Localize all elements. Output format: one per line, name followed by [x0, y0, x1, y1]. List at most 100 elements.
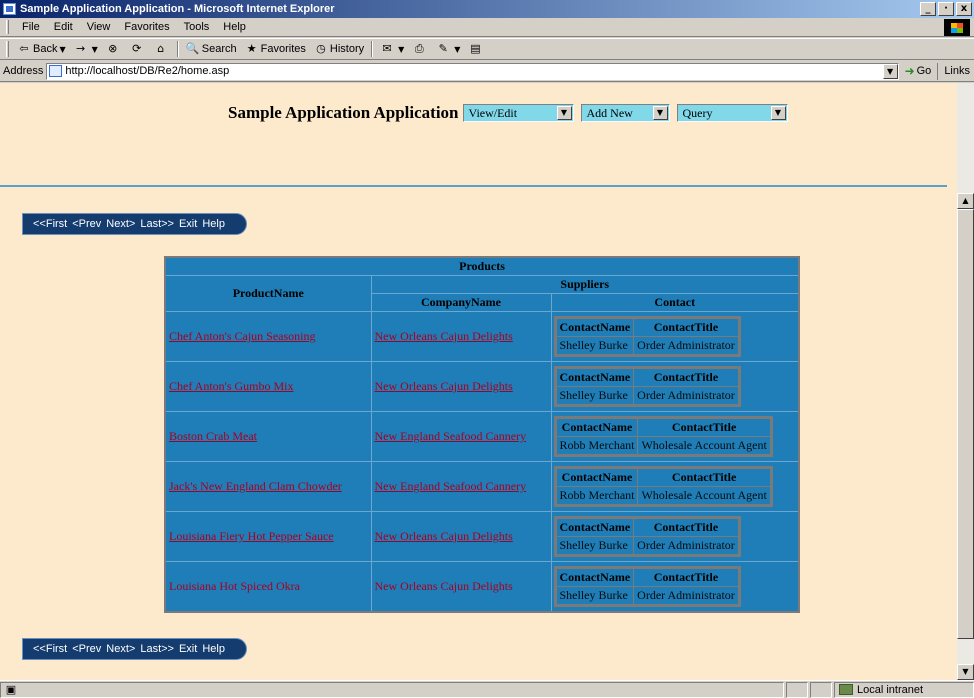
last-link[interactable]: Last>> [140, 218, 174, 230]
forward-dropdown-icon[interactable]: ▼ [92, 45, 98, 54]
chevron-down-icon[interactable]: ▼ [652, 106, 668, 120]
company-link[interactable]: New Orleans Cajun Delights [375, 579, 513, 593]
menu-favorites[interactable]: Favorites [117, 21, 176, 33]
company-link[interactable]: New Orleans Cajun Delights [375, 529, 513, 543]
back-button[interactable]: ⇦ Back ▼ [13, 42, 70, 56]
toolbar-separator [371, 41, 374, 57]
edit-button[interactable]: ✎ ▼ [432, 42, 464, 56]
product-link[interactable]: Boston Crab Meat [169, 429, 257, 443]
vertical-scrollbar[interactable]: ▲ ▼ [957, 83, 974, 680]
help-link[interactable]: Help [202, 643, 225, 655]
company-link[interactable]: New Orleans Cajun Delights [375, 379, 513, 393]
page-content: Sample Application Application View/Edit… [0, 83, 957, 680]
close-button[interactable]: x [956, 2, 972, 16]
menu-file[interactable]: File [15, 21, 47, 33]
product-link[interactable]: Chef Anton's Gumbo Mix [169, 379, 294, 393]
last-link[interactable]: Last>> [140, 643, 174, 655]
address-url[interactable]: http://localhost/DB/Re2/home.asp [65, 65, 882, 77]
table-title: Products [164, 256, 800, 276]
status-text-pane: ▣ [0, 681, 784, 698]
chevron-down-icon[interactable]: ▼ [556, 106, 572, 120]
edit-dropdown-icon[interactable]: ▼ [454, 45, 460, 54]
mail-button[interactable]: ✉ ▼ [376, 42, 408, 56]
company-link[interactable]: New England Seafood Cannery [375, 429, 527, 443]
column-header-contact: Contact [550, 293, 800, 312]
exit-link[interactable]: Exit [179, 218, 197, 230]
back-dropdown-icon[interactable]: ▼ [59, 45, 65, 54]
stop-icon: ⊗ [108, 42, 118, 55]
contact-subtable: ContactName ContactTitle Shelley Burke Ord… [553, 316, 741, 357]
product-link[interactable]: Louisiana Hot Spiced Okra [169, 579, 300, 593]
refresh-icon: ⟳ [132, 42, 142, 55]
window-title: Sample Application Application - Microso… [20, 3, 335, 15]
stop-button[interactable]: ⊗ [102, 42, 126, 56]
security-zone: Local intranet [834, 681, 974, 698]
history-label: History [329, 43, 365, 55]
add-new-select[interactable]: Add New ▼ [580, 104, 670, 122]
address-bar: Address http://localhost/DB/Re2/home.asp… [0, 61, 974, 82]
go-label: Go [916, 65, 932, 77]
ie-app-icon[interactable] [3, 3, 16, 15]
contacttitle-header: ContactTitle [637, 467, 772, 487]
toolbar-grip[interactable] [6, 41, 9, 57]
menu-tools[interactable]: Tools [177, 21, 217, 33]
product-link[interactable]: Louisiana Fiery Hot Pepper Sauce [169, 529, 334, 543]
company-link[interactable]: New Orleans Cajun Delights [375, 329, 513, 343]
home-button[interactable]: ⌂ [150, 42, 174, 56]
maximize-button[interactable]: · [938, 2, 954, 16]
refresh-button[interactable]: ⟳ [126, 42, 150, 56]
search-icon: 🔍 [185, 42, 200, 55]
menu-help[interactable]: Help [216, 21, 253, 33]
contactname-header: ContactName [554, 566, 635, 587]
history-button[interactable]: ◷ History [310, 42, 368, 56]
scroll-thumb[interactable] [957, 209, 974, 639]
contactname-header: ContactName [554, 417, 639, 437]
product-link[interactable]: Jack's New England Clam Chowder [169, 479, 342, 493]
add-new-value: Add New [586, 105, 633, 120]
scroll-up-icon[interactable]: ▲ [957, 193, 974, 209]
toolbar-separator [176, 41, 179, 57]
product-link[interactable]: Chef Anton's Cajun Seasoning [169, 329, 316, 343]
next-link[interactable]: Next> [106, 643, 135, 655]
favorites-button[interactable]: ★ Favorites [241, 42, 310, 56]
menubar-grip[interactable] [6, 20, 9, 34]
contact-subtable: ContactName ContactTitle Shelley Burke Ord… [553, 366, 741, 407]
prev-link[interactable]: <Prev [72, 643, 101, 655]
edit-icon: ✎ [438, 42, 448, 55]
intranet-zone-icon [839, 684, 853, 695]
search-button[interactable]: 🔍 Search [182, 42, 241, 56]
discuss-button[interactable]: ▤ [464, 42, 488, 56]
mail-dropdown-icon[interactable]: ▼ [398, 45, 404, 54]
menu-edit[interactable]: Edit [47, 21, 80, 33]
go-button[interactable]: ➜ Go [905, 64, 932, 78]
first-link[interactable]: <<First [33, 643, 67, 655]
links-button[interactable]: Links [937, 62, 974, 80]
menu-view[interactable]: View [80, 21, 118, 33]
minimize-button[interactable]: _ [920, 2, 936, 16]
query-select[interactable]: Query ▼ [676, 104, 788, 122]
exit-link[interactable]: Exit [179, 643, 197, 655]
window-titlebar[interactable]: Sample Application Application - Microso… [0, 0, 974, 18]
forward-button[interactable]: → ▼ [70, 42, 102, 56]
print-button[interactable]: ⎙ [408, 42, 432, 56]
search-label: Search [201, 43, 237, 55]
divider [0, 185, 947, 187]
mail-icon: ✉ [382, 42, 392, 55]
contacttitle-header: ContactTitle [633, 517, 740, 537]
first-link[interactable]: <<First [33, 218, 67, 230]
contact-name: Robb Merchant [554, 436, 639, 456]
contact-title: Order Administrator [633, 336, 740, 356]
help-link[interactable]: Help [202, 218, 225, 230]
view-edit-select[interactable]: View/Edit ▼ [462, 104, 574, 122]
contactname-header: ContactName [554, 467, 639, 487]
prev-link[interactable]: <Prev [72, 218, 101, 230]
table-row: Louisiana Hot Spiced Okra New Orleans Ca… [164, 561, 800, 612]
address-dropdown-icon[interactable]: ▼ [882, 63, 898, 79]
next-link[interactable]: Next> [106, 218, 135, 230]
scroll-down-icon[interactable]: ▼ [957, 664, 974, 680]
address-input[interactable]: http://localhost/DB/Re2/home.asp ▼ [46, 62, 899, 80]
chevron-down-icon[interactable]: ▼ [770, 106, 786, 120]
query-value: Query [682, 105, 713, 120]
company-link[interactable]: New England Seafood Cannery [375, 479, 527, 493]
record-nav-top: <<First <Prev Next> Last>> Exit Help [22, 213, 247, 235]
